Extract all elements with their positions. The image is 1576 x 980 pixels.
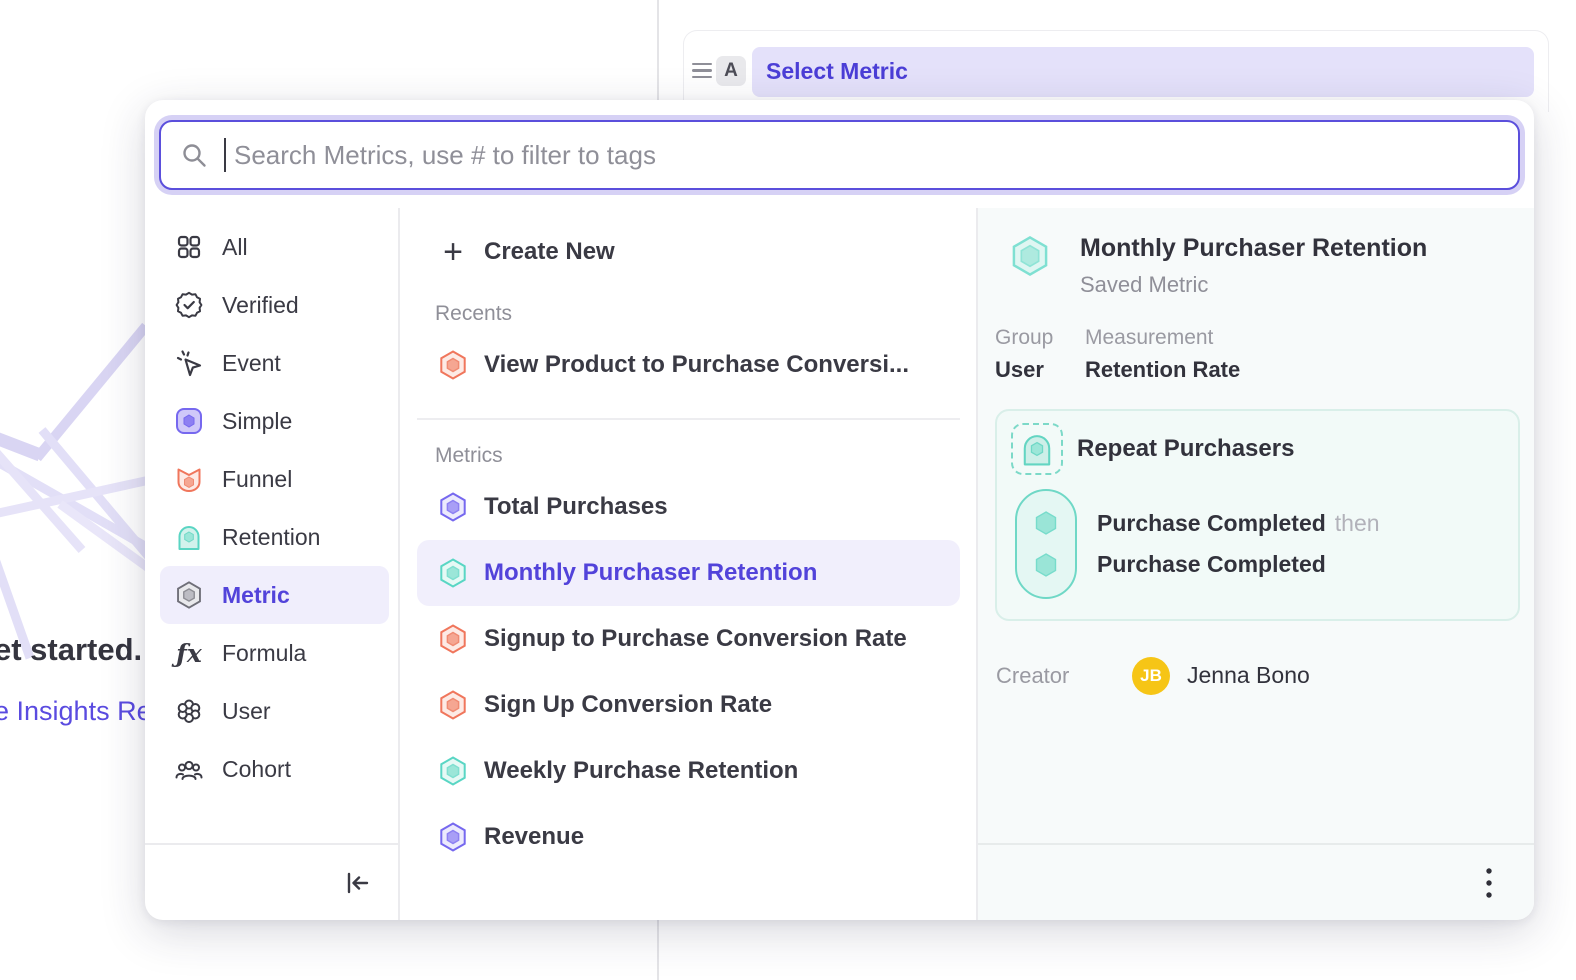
sidebar-item-label: Cohort xyxy=(222,756,291,783)
definition-name: Repeat Purchasers xyxy=(1077,435,1294,463)
retention-definition-icon xyxy=(1011,423,1063,475)
more-options-kebab-icon[interactable] xyxy=(1484,866,1494,900)
hexagon-icon xyxy=(437,821,469,853)
definition-connector: then xyxy=(1335,510,1380,536)
hexagon-icon xyxy=(437,557,469,589)
metric-hexagon-icon xyxy=(174,580,204,610)
hexagon-icon xyxy=(437,755,469,787)
sidebar-item-cohort[interactable]: Cohort xyxy=(160,740,389,798)
creator-avatar: JB xyxy=(1132,657,1170,695)
creator-label: Creator xyxy=(996,663,1132,689)
grid-icon xyxy=(174,232,204,262)
sidebar-item-label: Event xyxy=(222,350,281,377)
sidebar-item-simple[interactable]: Simple xyxy=(160,392,389,450)
sidebar-item-label: Metric xyxy=(222,582,290,609)
measurement-value: Retention Rate xyxy=(1085,357,1240,383)
text-caret xyxy=(224,138,226,172)
event-hexagon-icon xyxy=(1032,551,1060,579)
select-metric-button[interactable]: Select Metric xyxy=(752,47,1534,97)
collapse-sidebar-icon[interactable] xyxy=(344,870,370,896)
metric-item-monthly-purchaser-retention[interactable]: Monthly Purchaser Retention xyxy=(417,540,960,606)
search-icon xyxy=(181,142,208,169)
measurement-label: Measurement xyxy=(1085,326,1240,350)
sidebar-footer xyxy=(145,843,398,920)
sidebar-item-event[interactable]: Event xyxy=(160,334,389,392)
background-heading-fragment: et started. xyxy=(0,632,142,668)
metric-list-panel: + Create New Recents View Product to Pur… xyxy=(400,208,978,920)
sidebar-item-label: Retention xyxy=(222,524,320,551)
metric-picker-modal: All Verified xyxy=(145,100,1534,920)
category-sidebar: All Verified xyxy=(145,208,400,920)
definition-step-2: Purchase Completed xyxy=(1097,544,1380,585)
plus-icon: + xyxy=(437,237,469,267)
detail-subtitle: Saved Metric xyxy=(1080,272,1427,298)
recent-item-view-product-to-purchase-conversion[interactable]: View Product to Purchase Conversi... xyxy=(417,332,960,398)
sidebar-item-label: Simple xyxy=(222,408,292,435)
event-sequence-capsule xyxy=(1015,489,1077,599)
saved-metric-hexagon-icon xyxy=(1008,234,1052,278)
group-label: Group xyxy=(995,326,1085,350)
cursor-sparkle-icon xyxy=(174,348,204,378)
hexagon-icon xyxy=(437,623,469,655)
search-input[interactable] xyxy=(234,140,1498,171)
metric-item-signup-to-purchase-conversion-rate[interactable]: Signup to Purchase Conversion Rate xyxy=(417,606,960,672)
metric-item-sign-up-conversion-rate[interactable]: Sign Up Conversion Rate xyxy=(417,672,960,738)
sidebar-item-label: Verified xyxy=(222,292,299,319)
retention-arch-icon xyxy=(174,522,204,552)
definition-step-1: Purchase Completed xyxy=(1097,510,1326,536)
drag-handle-icon[interactable] xyxy=(692,63,712,79)
detail-footer xyxy=(978,843,1534,920)
sidebar-item-label: All xyxy=(222,234,248,261)
user-cluster-icon xyxy=(174,696,204,726)
simple-metric-icon xyxy=(174,406,204,436)
hexagon-icon xyxy=(437,491,469,523)
series-a-badge: A xyxy=(716,56,746,86)
sidebar-item-retention[interactable]: Retention xyxy=(160,508,389,566)
verified-badge-icon xyxy=(174,290,204,320)
metric-item-weekly-purchase-retention[interactable]: Weekly Purchase Retention xyxy=(417,738,960,804)
recents-section-header: Recents xyxy=(435,302,960,326)
sidebar-item-label: Funnel xyxy=(222,466,292,493)
background-insights-link-fragment[interactable]: e Insights Re xyxy=(0,696,152,727)
sidebar-item-label: Formula xyxy=(222,640,306,667)
group-value: User xyxy=(995,357,1085,383)
section-divider xyxy=(417,418,960,420)
event-hexagon-icon xyxy=(1032,509,1060,537)
select-metric-label: Select Metric xyxy=(766,58,908,85)
metric-detail-panel: Monthly Purchaser Retention Saved Metric… xyxy=(978,208,1534,920)
creator-name: Jenna Bono xyxy=(1187,662,1310,689)
funnel-icon xyxy=(174,464,204,494)
metric-item-total-purchases[interactable]: Total Purchases xyxy=(417,474,960,540)
create-new-button[interactable]: + Create New xyxy=(417,226,960,278)
sidebar-item-metric[interactable]: Metric xyxy=(160,566,389,624)
sidebar-item-funnel[interactable]: Funnel xyxy=(160,450,389,508)
detail-title: Monthly Purchaser Retention xyxy=(1080,234,1427,263)
search-box[interactable] xyxy=(159,120,1520,190)
metric-item-revenue[interactable]: Revenue xyxy=(417,804,960,870)
sidebar-item-verified[interactable]: Verified xyxy=(160,276,389,334)
sidebar-item-formula[interactable]: ƒx Formula xyxy=(160,624,389,682)
cohort-people-icon xyxy=(174,754,204,784)
definition-card: Repeat Purchasers xyxy=(995,409,1520,621)
sidebar-item-label: User xyxy=(222,698,271,725)
formula-fx-icon: ƒx xyxy=(174,638,204,668)
sidebar-item-all[interactable]: All xyxy=(160,218,389,276)
hexagon-icon xyxy=(437,689,469,721)
search-row xyxy=(145,100,1534,190)
sidebar-item-user[interactable]: User xyxy=(160,682,389,740)
hexagon-icon xyxy=(437,349,469,381)
metrics-section-header: Metrics xyxy=(435,444,960,468)
